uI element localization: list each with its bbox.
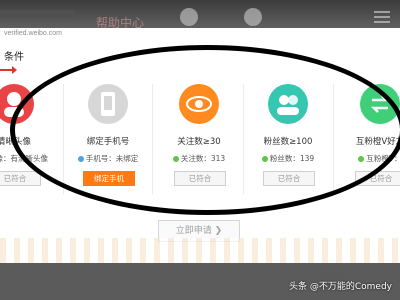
site-url: verified.weibo.com bbox=[4, 30, 62, 37]
card-fans: 粉丝数≥100 粉丝数：139 已符合 bbox=[244, 78, 332, 193]
card-label: 清晰头像 bbox=[0, 137, 31, 147]
card-phone: 绑定手机号 手机号：未绑定 绑定手机 bbox=[64, 78, 152, 193]
card-status: 粉丝数：139 bbox=[244, 153, 332, 164]
pointer-arrow bbox=[0, 66, 17, 74]
card-label: 绑定手机号 bbox=[86, 137, 130, 147]
menu-icon[interactable] bbox=[374, 11, 390, 23]
watermark: 头条 @不万能的Comedy bbox=[289, 282, 392, 292]
status-button[interactable]: 已符合 bbox=[0, 171, 41, 186]
card-status: 互粉橙V： bbox=[336, 153, 400, 164]
divider bbox=[333, 84, 334, 194]
card-avatar: 清晰头像 头像：有清晰头像 已符合 bbox=[0, 78, 58, 193]
avatar-icon bbox=[0, 84, 34, 124]
divider bbox=[152, 84, 153, 194]
users-icon bbox=[268, 84, 308, 124]
swap-icon bbox=[360, 84, 400, 124]
card-mutual-follow: 互粉橙V好友 互粉橙V： 已符合 bbox=[336, 78, 400, 193]
card-status: 头像：有清晰头像 bbox=[0, 154, 48, 163]
orange-circle-icon bbox=[180, 8, 198, 26]
bell-icon bbox=[244, 8, 262, 26]
card-label: 关注数≥30 bbox=[177, 137, 221, 147]
status-button[interactable]: 已符合 bbox=[174, 171, 226, 186]
phone-icon bbox=[88, 84, 128, 124]
decorative-pattern bbox=[0, 238, 400, 263]
verification-panel: verified.weibo.com 条件 清晰头像 头像：有清晰头像 已符合 … bbox=[0, 28, 400, 263]
card-following: 关注数≥30 关注数：313 已符合 bbox=[155, 78, 243, 193]
top-dark-strip bbox=[0, 10, 75, 18]
status-button[interactable]: 已符合 bbox=[263, 171, 315, 186]
section-title: 条件 bbox=[4, 52, 24, 63]
eye-icon bbox=[179, 84, 219, 124]
card-status: 手机号：未绑定 bbox=[64, 153, 152, 164]
card-status: 关注数：313 bbox=[155, 153, 243, 164]
card-label: 互粉橙V好友 bbox=[355, 137, 400, 147]
status-button[interactable]: 已符合 bbox=[355, 171, 400, 186]
card-label: 粉丝数≥100 bbox=[263, 137, 313, 147]
bind-phone-button[interactable]: 绑定手机 bbox=[83, 171, 135, 186]
